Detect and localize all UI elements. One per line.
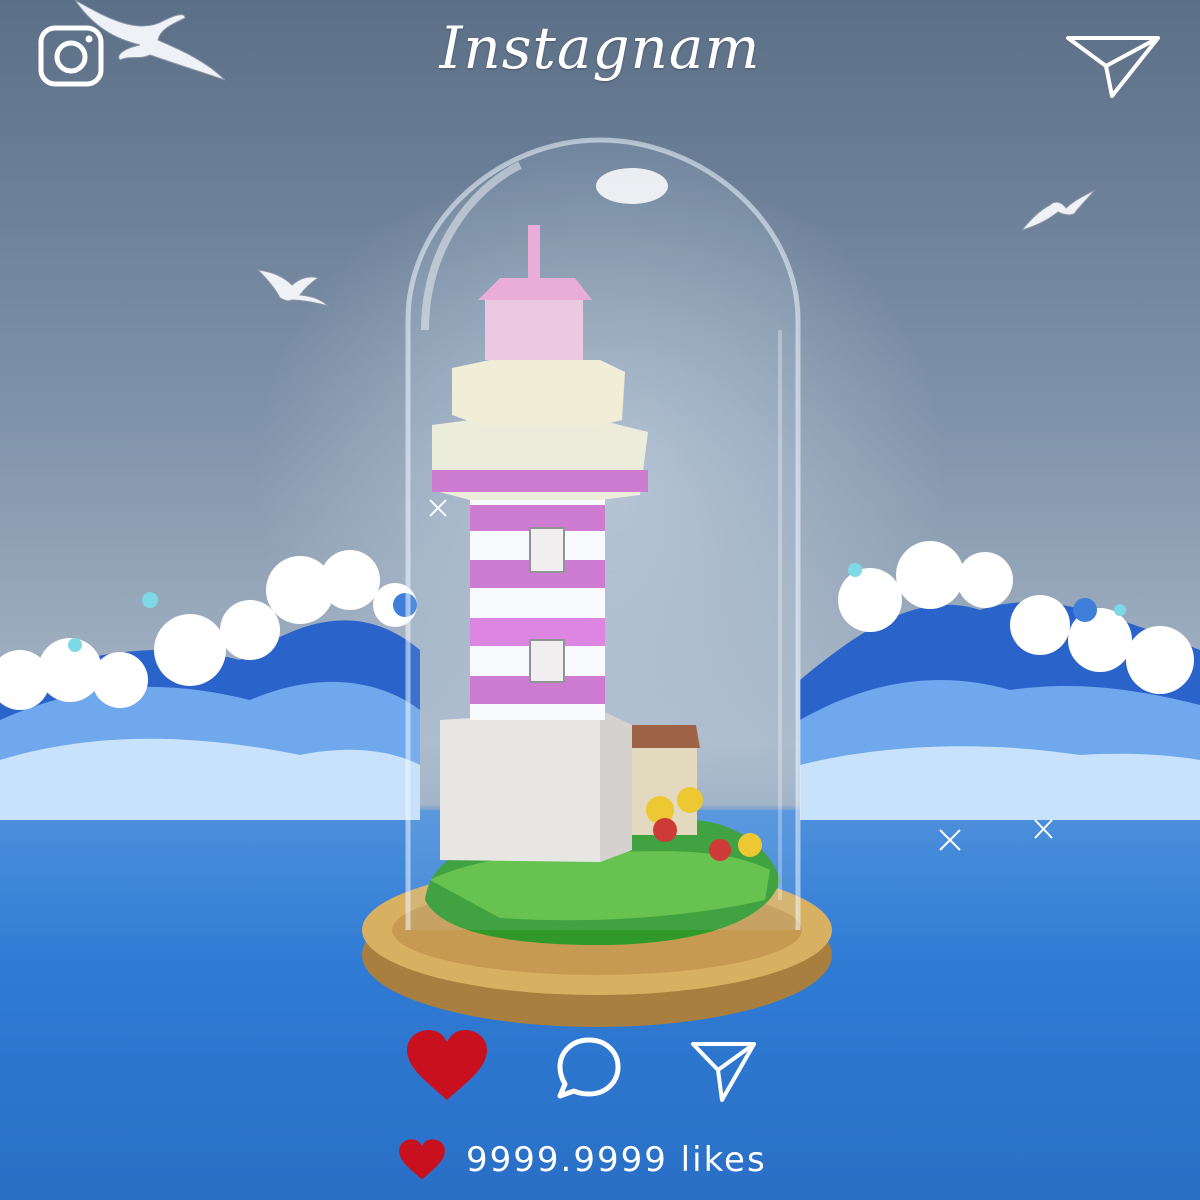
instagram-post-frame: Instagnam 9999.9999 likes xyxy=(0,0,1200,1200)
send-icon xyxy=(691,1042,756,1102)
likes-count-row: 9999.9999 likes xyxy=(398,1132,767,1188)
comment-button[interactable] xyxy=(556,1036,622,1100)
send-icon[interactable] xyxy=(1064,34,1162,100)
heart-icon xyxy=(407,1030,487,1100)
share-button[interactable] xyxy=(690,1040,758,1104)
camera-icon[interactable] xyxy=(38,25,104,87)
scene-decoration xyxy=(74,0,1096,1027)
glass-dome xyxy=(405,137,801,930)
likes-count[interactable]: 9999.9999 likes xyxy=(466,1140,767,1180)
seagull-middle-left xyxy=(256,269,330,308)
heart-icon xyxy=(399,1139,445,1180)
comment-icon xyxy=(557,1037,621,1099)
like-button[interactable] xyxy=(405,1030,489,1102)
app-title: Instagnam xyxy=(439,14,761,82)
seagull-right xyxy=(1020,189,1096,231)
